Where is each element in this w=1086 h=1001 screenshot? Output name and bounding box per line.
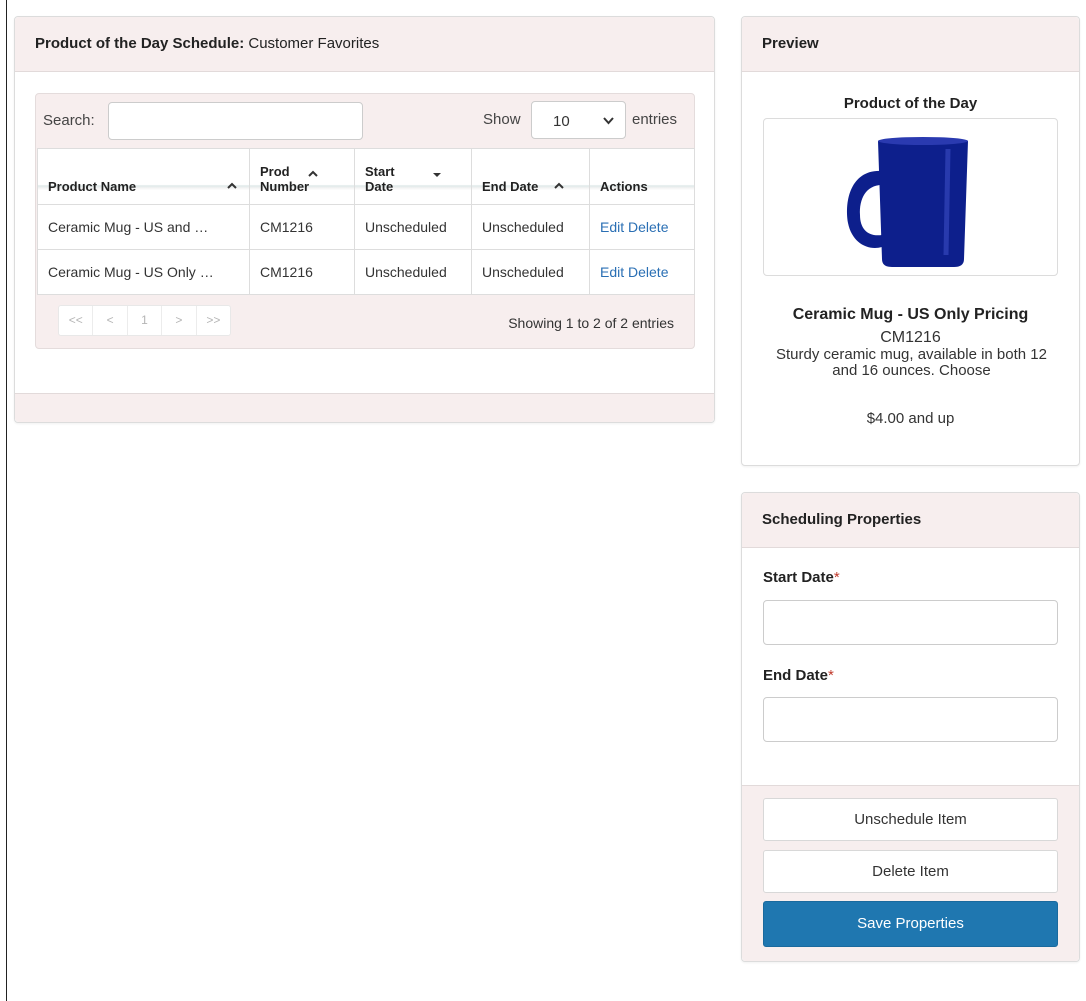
table-header-row: Product Name Prod Number Start Date End … [37,148,695,205]
column-header-label: Product Name [48,179,137,194]
mug-handle [847,170,882,248]
column-header-label: Date [365,179,394,194]
product-of-day-title: Product of the Day [843,95,978,112]
cell-prod-number: CM1216 [249,249,355,295]
preview-product-description: Sturdy ceramic mug, available in both 12… [776,346,1047,379]
search-label: Search: [43,112,95,129]
column-header-label: Start [365,164,395,179]
table-info-text: Showing 1 to 2 of 2 entries [508,315,674,331]
pagination: << < 1 > >> [58,305,231,336]
end-date-label-text: End Date [763,667,829,684]
start-date-label: Start Date* [763,569,840,586]
scheduling-properties-panel: Scheduling Properties Start Date* End Da… [741,492,1080,962]
column-header-prod-number[interactable]: Prod Number [249,148,355,205]
scheduling-actions: Unschedule Item Delete Item Save Propert… [742,785,1079,961]
chevron-down-icon [603,117,614,125]
prev-page-button[interactable]: < [93,306,128,335]
column-header-product-name[interactable]: Product Name [37,148,250,205]
end-date-label: End Date* [763,667,834,684]
column-header-label: End Date [482,179,539,194]
left-border-line [6,0,7,1001]
datatable-wrapper: Search: Show 10 entries Product Name Pro… [35,93,695,349]
show-label: Show [483,111,521,128]
cell-product-name: Ceramic Mug - US Only … [37,249,250,295]
search-input[interactable] [108,102,363,140]
first-page-button[interactable]: << [59,306,94,335]
cell-actions: Edit Delete [589,204,695,250]
required-marker: * [828,667,834,684]
unschedule-item-button[interactable]: Unschedule Item [763,798,1058,841]
schedule-title-bold: Product of the Day Schedule: [35,35,245,52]
cell-product-name: Ceramic Mug - US and … [37,204,250,250]
cell-end-date: Unscheduled [471,249,590,295]
required-marker: * [833,569,840,586]
preview-product-name: Ceramic Mug - US Only Pricing [792,306,1029,323]
column-header-label: Number [260,179,310,194]
schedule-panel-footer [15,393,714,422]
mug-body [878,141,968,267]
cell-start-date: Unscheduled [354,204,472,250]
cell-actions: Edit Delete [589,249,695,295]
start-date-input[interactable] [763,600,1058,645]
column-header-label: Actions [600,179,648,194]
cell-start-date: Unscheduled [354,249,472,295]
column-header-actions: Actions [589,148,695,205]
sort-up-icon [308,170,318,177]
schedule-panel: Product of the Day Schedule: Customer Fa… [14,16,715,423]
end-date-input[interactable] [763,697,1058,742]
preview-product-price: $4.00 and up [866,410,955,427]
cell-prod-number: CM1216 [249,204,355,250]
preview-product-number: CM1216 [880,329,941,346]
delete-link[interactable]: Delete [628,264,668,280]
last-page-button[interactable]: >> [197,306,230,335]
schedule-title-name: Customer Favorites [244,35,380,52]
entries-label: entries [632,111,678,128]
table-row: Ceramic Mug - US Only … CM1216 Unschedul… [37,249,695,295]
edit-link[interactable]: Edit [600,264,624,280]
delete-item-button[interactable]: Delete Item [763,850,1058,893]
sort-up-icon [227,182,237,189]
cell-end-date: Unscheduled [471,204,590,250]
edit-link[interactable]: Edit [600,219,624,235]
save-properties-button[interactable]: Save Properties [763,901,1058,947]
column-header-label: Prod [260,164,290,179]
scheduling-panel-header: Scheduling Properties [742,493,1079,548]
column-header-end-date[interactable]: End Date [471,148,590,205]
product-image-frame [763,118,1058,276]
sort-up-icon [554,182,564,189]
page-1-button[interactable]: 1 [128,306,163,335]
start-date-label-text: Start Date [763,569,834,586]
entries-per-page-value: 10 [553,113,570,130]
preview-panel-header: Preview [742,17,1079,72]
delete-link[interactable]: Delete [628,219,668,235]
preview-panel: Preview Product of the Day Ceramic Mug -… [741,16,1080,466]
mug-rim [878,137,968,145]
next-page-button[interactable]: > [162,306,197,335]
table-row: Ceramic Mug - US and … CM1216 Unschedule… [37,204,695,250]
schedule-panel-header: Product of the Day Schedule: Customer Fa… [15,17,714,72]
mug-icon [847,137,968,267]
schedule-table: Product Name Prod Number Start Date End … [37,148,695,295]
sort-down-icon [433,173,441,177]
entries-per-page-select[interactable]: 10 [531,101,626,139]
column-header-start-date[interactable]: Start Date [354,148,472,205]
mug-highlight [943,148,951,256]
